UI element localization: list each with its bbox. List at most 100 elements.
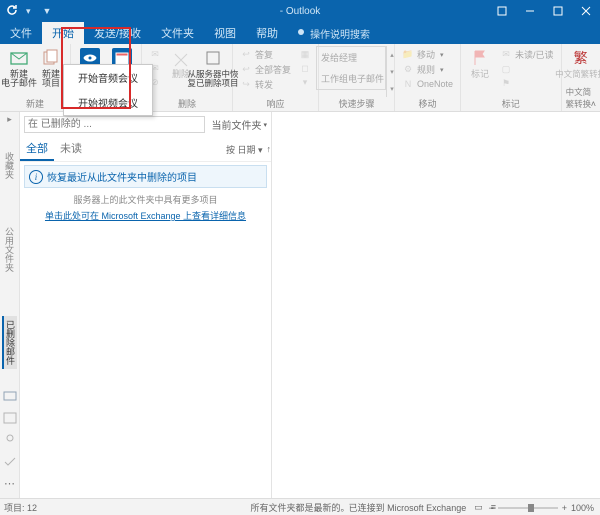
ignore-icon: ✉ <box>149 48 161 60</box>
server-more-note: 服务器上的此文件夹中具有更多项目 <box>20 191 271 208</box>
calendar-icon[interactable] <box>3 411 17 425</box>
onenote-button[interactable]: NOneNote <box>399 77 456 91</box>
cnconvert-button[interactable]: 繁 中文简繁转换 <box>566 46 596 86</box>
status-connection: 已连接到 Microsoft Exchange <box>349 501 467 514</box>
group-label: 移动 <box>419 97 437 111</box>
more-respond-button[interactable]: ▾ <box>296 75 314 89</box>
group-tags: 标记 ✉未读/已读 ▢ ⚑ 标记 <box>461 44 562 111</box>
start-video-meeting[interactable]: 开始视频会议 <box>64 90 152 115</box>
new-items-button[interactable]: 新建 项目 <box>36 46 66 97</box>
zoom-slider[interactable] <box>498 507 558 509</box>
zoom-out-icon[interactable]: − <box>488 503 493 513</box>
zoom-label: 100% <box>571 503 594 513</box>
filter-unread-tab[interactable]: 未读 <box>54 137 88 161</box>
flag-icon <box>470 48 490 68</box>
message-list-pane: 当前文件夹 全部 未读 按 日期 ▾ ↑ i 恢复最近从此文件夹中删除的项目 服… <box>20 112 272 498</box>
qat-customize-icon[interactable]: ▼ <box>39 6 56 16</box>
view-on-exchange-link[interactable]: 单击此处可在 Microsoft Exchange 上查看详细信息 <box>20 208 271 223</box>
tasks-icon[interactable] <box>3 455 17 469</box>
lightbulb-icon <box>296 28 306 38</box>
recover-deleted-banner[interactable]: i 恢复最近从此文件夹中删除的项目 <box>24 165 267 188</box>
group-delete: ✉ ✉ ⊘ 删除 从服务器中恢 复已删除项目 删除 <box>142 44 233 111</box>
quickstep-item[interactable]: 发给经理 <box>317 47 385 68</box>
categorize-button[interactable]: ▢ <box>497 62 557 76</box>
tab-view[interactable]: 视图 <box>204 22 246 44</box>
followup-button[interactable]: ⚑ <box>497 76 557 90</box>
ribbon-mode-icon[interactable] <box>488 0 516 22</box>
group-respond: ↩答复 ↩全部答复 ↪转发 ▦ ◻ ▾ 响应 <box>233 44 319 111</box>
nav-rail: ▸ 收藏夹 公用文件夹 已删除邮件 ⋯ <box>0 112 20 498</box>
status-sync: 所有文件夹都是最新的。 <box>250 501 349 514</box>
minimize-icon[interactable] <box>516 0 544 22</box>
onenote-icon: N <box>402 78 414 90</box>
unread-read-button[interactable]: ✉未读/已读 <box>497 47 557 62</box>
tab-help[interactable]: 帮助 <box>246 22 288 44</box>
group-new: 新建 电子邮件 新建 项目 新建 <box>0 44 71 111</box>
rail-item[interactable]: 收藏夹 <box>3 148 16 183</box>
new-email-icon <box>9 48 29 68</box>
tab-sendrecv[interactable]: 发送/接收 <box>84 22 151 44</box>
group-move: 📁移动▾ ⚙规则▾ NOneNote 移动 <box>395 44 461 111</box>
start-audio-meeting[interactable]: 开始音频会议 <box>64 65 152 90</box>
move-button[interactable]: 📁移动▾ <box>399 47 456 62</box>
move-icon: 📁 <box>402 49 414 61</box>
reply-button[interactable]: ↩答复 <box>237 47 294 62</box>
followup-icon: ⚑ <box>500 77 512 89</box>
unread-icon: ✉ <box>500 49 512 61</box>
sort-dropdown[interactable]: 按 日期 ▾ ↑ <box>226 137 271 161</box>
tell-me-search[interactable]: 操作说明搜索 <box>288 22 370 44</box>
sync-icon[interactable] <box>6 4 18 19</box>
reply-icon: ↩ <box>240 49 252 61</box>
quickstep-item[interactable]: 工作组电子邮件 <box>317 68 385 89</box>
collapse-ribbon-icon[interactable]: ˄ <box>591 99 596 109</box>
quicksteps-gallery[interactable]: 发给经理 工作组电子邮件 <box>316 46 386 90</box>
reply-all-button[interactable]: ↩全部答复 <box>237 62 294 77</box>
folder-search-input[interactable] <box>24 116 205 133</box>
group-label: 新建 <box>26 97 44 111</box>
tab-start[interactable]: 开始 <box>42 22 84 44</box>
cnconvert-icon: 繁 <box>571 48 591 68</box>
window-title: - Outlook <box>280 6 321 17</box>
status-item-count: 项目: 12 <box>4 501 37 514</box>
content-area: ▸ 收藏夹 公用文件夹 已删除邮件 ⋯ 当前文件夹 全部 未读 按 日期 ▾ ↑ <box>0 112 600 498</box>
rail-item-selected[interactable]: 已删除邮件 <box>2 316 17 369</box>
titlebar: ▾ ▼ - Outlook <box>0 0 600 22</box>
search-scope-dropdown[interactable]: 当前文件夹 <box>209 114 269 135</box>
view-toggle-icon[interactable]: ▭ <box>474 502 483 513</box>
tab-file[interactable]: 文件 <box>0 22 42 44</box>
new-items-icon <box>41 48 61 68</box>
qat-dropdown-icon[interactable]: ▾ <box>22 6 35 17</box>
group-label: 响应 <box>267 97 285 111</box>
info-icon: i <box>29 170 43 184</box>
people-icon[interactable] <box>3 433 17 447</box>
close-icon[interactable] <box>572 0 600 22</box>
forward-button[interactable]: ↪转发 <box>237 77 294 92</box>
more-icon: ▾ <box>299 76 311 88</box>
mail-icon[interactable] <box>3 389 17 403</box>
filter-all-tab[interactable]: 全部 <box>20 137 54 161</box>
delete-icon <box>171 48 191 68</box>
quick-meeting-menu: 开始音频会议 开始视频会议 <box>63 64 153 116</box>
meeting-reply-button[interactable]: ▦ <box>296 47 314 61</box>
more-nav-icon[interactable]: ⋯ <box>4 477 15 490</box>
tab-folder[interactable]: 文件夹 <box>151 22 204 44</box>
ignore-button[interactable]: ✉ <box>146 47 164 61</box>
recover-from-server-button[interactable]: 从服务器中恢 复已删除项目 <box>198 46 228 97</box>
reading-pane <box>272 112 600 498</box>
new-email-button[interactable]: 新建 电子邮件 <box>4 46 34 97</box>
rules-button[interactable]: ⚙规则▾ <box>399 62 456 77</box>
tag-button[interactable]: 标记 <box>465 46 495 97</box>
rail-item[interactable]: 公用文件夹 <box>3 223 16 276</box>
rail-chevron-icon[interactable]: ▸ <box>0 112 19 127</box>
group-label: 快速步骤 <box>339 97 375 111</box>
group-label: 删除 <box>178 97 196 111</box>
category-icon: ▢ <box>500 63 512 75</box>
reply-all-icon: ↩ <box>240 64 252 76</box>
group-quicksteps: 发给经理 工作组电子邮件 ▴ ▾ ▾ 快速步骤 <box>319 44 395 111</box>
maximize-icon[interactable] <box>544 0 572 22</box>
zoom-in-icon[interactable]: + <box>562 503 567 513</box>
group-label: 标记 <box>502 97 520 111</box>
tell-me-label: 操作说明搜索 <box>310 26 370 41</box>
im-reply-button[interactable]: ◻ <box>296 61 314 75</box>
sort-direction-icon[interactable]: ↑ <box>267 144 272 154</box>
